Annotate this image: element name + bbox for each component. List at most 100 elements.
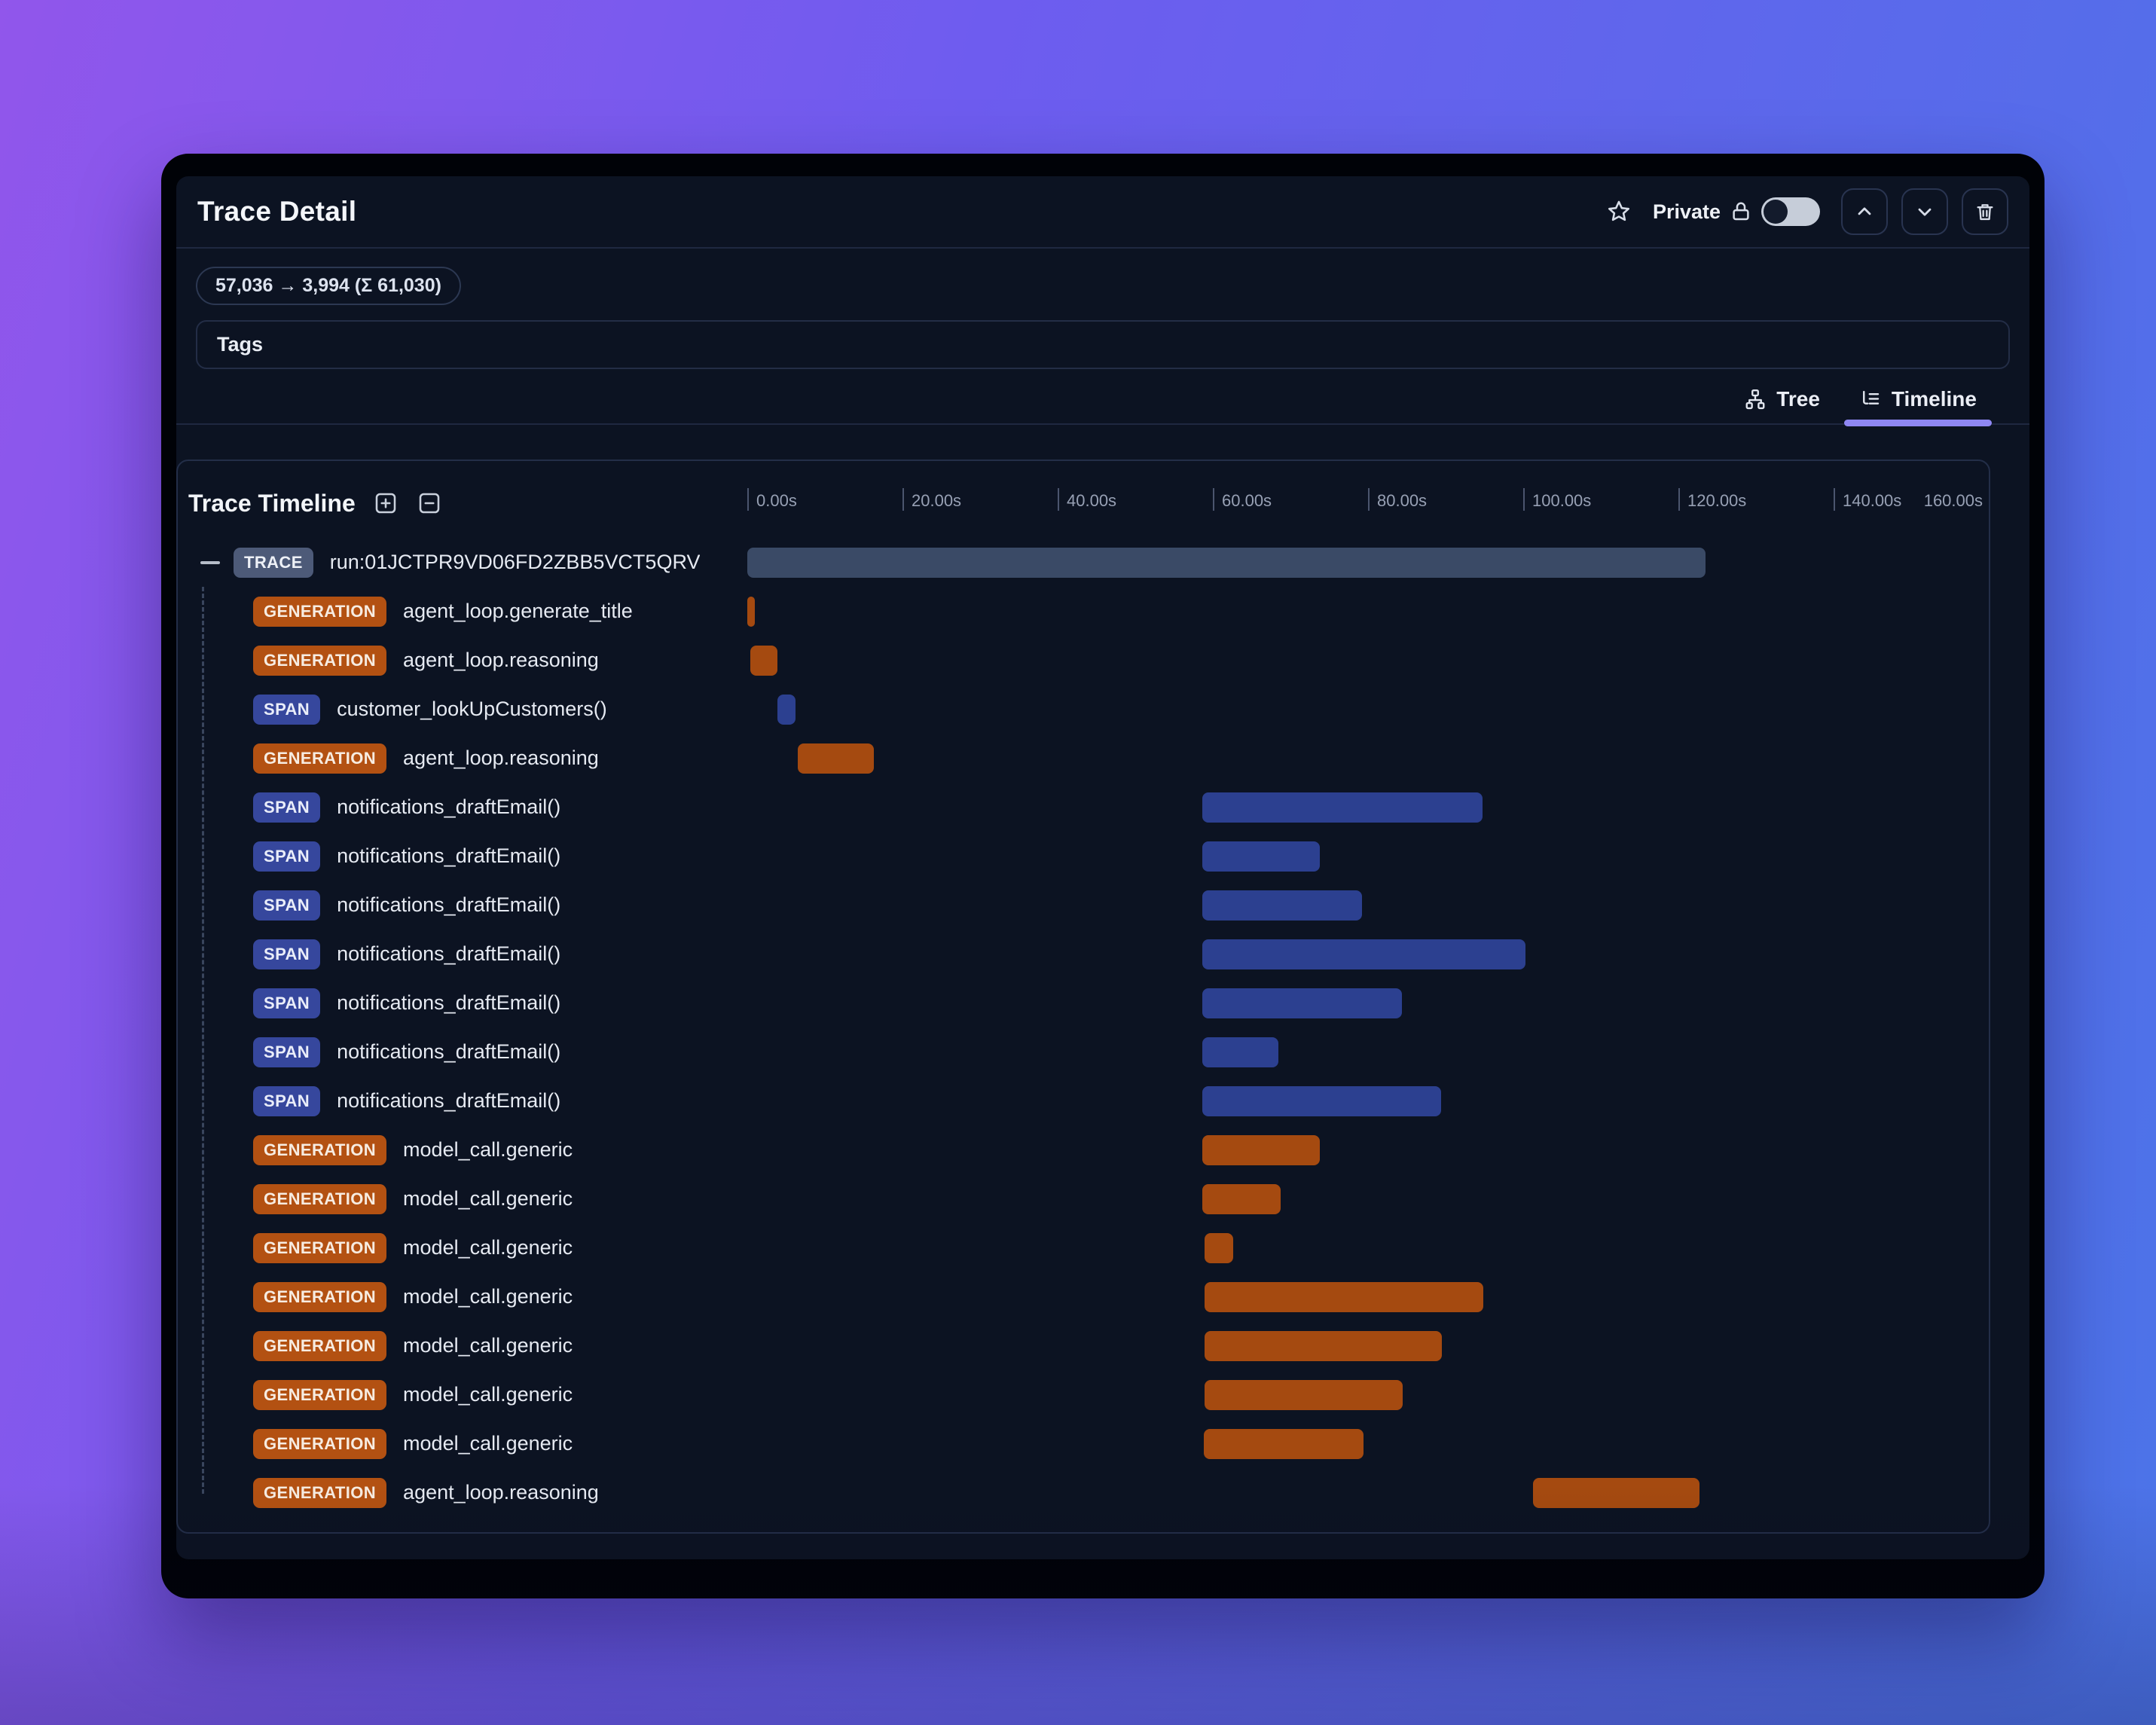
row-label: agent_loop.reasoning [403, 746, 599, 769]
row-type-badge: SPAN [253, 694, 321, 725]
row-type-badge: GENERATION [253, 596, 387, 627]
axis-tick-line [1523, 488, 1525, 511]
row-label-cell[interactable]: SPAN customer_lookUpCustomers() [178, 685, 747, 734]
trash-icon [1977, 204, 1993, 221]
row-label-cell[interactable]: GENERATION agent_loop.generate_title [178, 587, 747, 636]
row-label-cell[interactable]: GENERATION agent_loop.reasoning [178, 734, 747, 783]
timeline-bar[interactable] [747, 596, 756, 627]
timeline-row: TRACE run:01JCTPR9VD06FD2ZBB5VCT5QRV [178, 538, 1989, 587]
chevron-up-icon [1858, 207, 1871, 215]
row-label-cell[interactable]: SPAN notifications_draftEmail() [178, 930, 747, 979]
axis-tick-label: 20.00s [912, 491, 962, 510]
timeline-row: SPAN notifications_draftEmail() [178, 1076, 1989, 1125]
row-label-cell[interactable]: SPAN notifications_draftEmail() [178, 979, 747, 1027]
row-type-badge: SPAN [253, 988, 321, 1018]
timeline-bar[interactable] [1202, 939, 1526, 969]
axis-tick-line [747, 488, 749, 511]
row-label-cell[interactable]: GENERATION agent_loop.reasoning [178, 1468, 747, 1517]
timeline-bar[interactable] [1204, 1232, 1233, 1263]
row-label-cell[interactable]: GENERATION model_call.generic [178, 1321, 747, 1370]
collapse-up-button[interactable] [1841, 188, 1888, 235]
timeline-row: GENERATION model_call.generic [178, 1419, 1989, 1468]
privacy-toggle[interactable] [1761, 197, 1820, 226]
axis-end-label: 160.00s [1923, 491, 1983, 510]
row-label: notifications_draftEmail() [337, 1089, 561, 1112]
timeline-row: SPAN notifications_draftEmail() [178, 832, 1989, 881]
star-icon[interactable] [1606, 199, 1632, 224]
timeline-bar[interactable] [1202, 841, 1321, 872]
timeline-row: GENERATION model_call.generic [178, 1272, 1989, 1321]
timeline-icon [1859, 388, 1882, 411]
delete-button[interactable] [1962, 188, 2008, 235]
timeline-bar[interactable] [1202, 988, 1403, 1018]
axis-tick-line [1834, 488, 1835, 511]
axis-tick-label: 0.00s [756, 491, 797, 510]
row-bar-cell [747, 734, 1989, 783]
row-bar-cell [747, 1419, 1989, 1468]
timeline-bar[interactable] [1204, 1330, 1442, 1361]
header: Trace Detail Private [176, 176, 2029, 249]
row-label: notifications_draftEmail() [337, 893, 561, 916]
time-axis: 160.00s 0.00s 20.00s 40.00s 60.00s 80.00s 100… [747, 469, 1989, 538]
tab-tree[interactable]: Tree [1724, 375, 1840, 423]
timeline-bar[interactable] [1202, 1037, 1278, 1067]
row-label-cell[interactable]: SPAN notifications_draftEmail() [178, 1027, 747, 1076]
window-content: Trace Detail Private 57,036 → 3,994 (Σ 6… [176, 176, 2029, 1559]
tab-timeline[interactable]: Timeline [1840, 375, 1996, 426]
collapse-toggle-icon[interactable] [200, 560, 220, 564]
axis-tick-label: 120.00s [1687, 491, 1747, 510]
row-type-badge: GENERATION [253, 1379, 387, 1410]
collapse-down-button[interactable] [1901, 188, 1948, 235]
row-label-cell[interactable]: GENERATION model_call.generic [178, 1419, 747, 1468]
axis-tick-line [1368, 488, 1370, 511]
row-label-cell[interactable]: GENERATION model_call.generic [178, 1370, 747, 1419]
row-label-cell[interactable]: SPAN notifications_draftEmail() [178, 783, 747, 832]
timeline-bar[interactable] [750, 645, 778, 676]
row-type-badge: GENERATION [253, 1232, 387, 1263]
tags-input[interactable]: Tags [196, 320, 2010, 369]
timeline-bar[interactable] [797, 743, 874, 774]
tab-timeline-label: Timeline [1891, 387, 1977, 411]
collapse-all-button[interactable] [416, 490, 443, 517]
row-bar-cell [747, 1076, 1989, 1125]
timeline-bar[interactable] [1533, 1477, 1699, 1508]
timeline-bar[interactable] [1204, 1281, 1484, 1312]
usage-row: 57,036 → 3,994 (Σ 61,030) [196, 267, 2010, 305]
row-label-cell[interactable]: SPAN notifications_draftEmail() [178, 1076, 747, 1125]
timeline-bar[interactable] [1204, 1379, 1403, 1410]
timeline-bar[interactable] [1202, 1183, 1281, 1214]
row-label: notifications_draftEmail() [337, 1040, 561, 1063]
axis-tick-line [902, 488, 904, 511]
axis-tick-line [1678, 488, 1680, 511]
row-label-cell[interactable]: GENERATION model_call.generic [178, 1223, 747, 1272]
timeline-row: GENERATION model_call.generic [178, 1321, 1989, 1370]
row-bar-cell [747, 1468, 1989, 1517]
row-label-cell[interactable]: GENERATION model_call.generic [178, 1125, 747, 1174]
timeline-bar[interactable] [777, 694, 796, 725]
timeline-bar[interactable] [1203, 1428, 1364, 1459]
row-label-cell[interactable]: GENERATION agent_loop.reasoning [178, 636, 747, 685]
timeline-bar[interactable] [1202, 792, 1483, 823]
panel-title: Trace Timeline [188, 489, 356, 517]
timeline-bar[interactable] [747, 547, 1706, 578]
row-bar-cell [747, 685, 1989, 734]
timeline-row: GENERATION agent_loop.reasoning [178, 734, 1989, 783]
expand-all-button[interactable] [372, 490, 399, 517]
row-label-cell[interactable]: GENERATION model_call.generic [178, 1272, 747, 1321]
axis-tick-line [1213, 488, 1214, 511]
row-label: model_call.generic [403, 1383, 573, 1406]
timeline-bar[interactable] [1202, 1134, 1321, 1165]
tab-tree-label: Tree [1776, 387, 1820, 411]
axis-tick-label: 100.00s [1532, 491, 1592, 510]
axis-tick-label: 40.00s [1067, 491, 1117, 510]
header-actions: Private [1606, 188, 2008, 235]
timeline-bar[interactable] [1202, 890, 1362, 921]
timeline-bar[interactable] [1202, 1085, 1441, 1116]
row-label-cell[interactable]: TRACE run:01JCTPR9VD06FD2ZBB5VCT5QRV [178, 538, 747, 587]
row-label-cell[interactable]: SPAN notifications_draftEmail() [178, 881, 747, 930]
row-label-cell[interactable]: SPAN notifications_draftEmail() [178, 832, 747, 881]
timeline-row: SPAN notifications_draftEmail() [178, 783, 1989, 832]
row-label-cell[interactable]: GENERATION model_call.generic [178, 1174, 747, 1223]
row-label: agent_loop.reasoning [403, 649, 599, 671]
timeline-row: GENERATION agent_loop.generate_title [178, 587, 1989, 636]
